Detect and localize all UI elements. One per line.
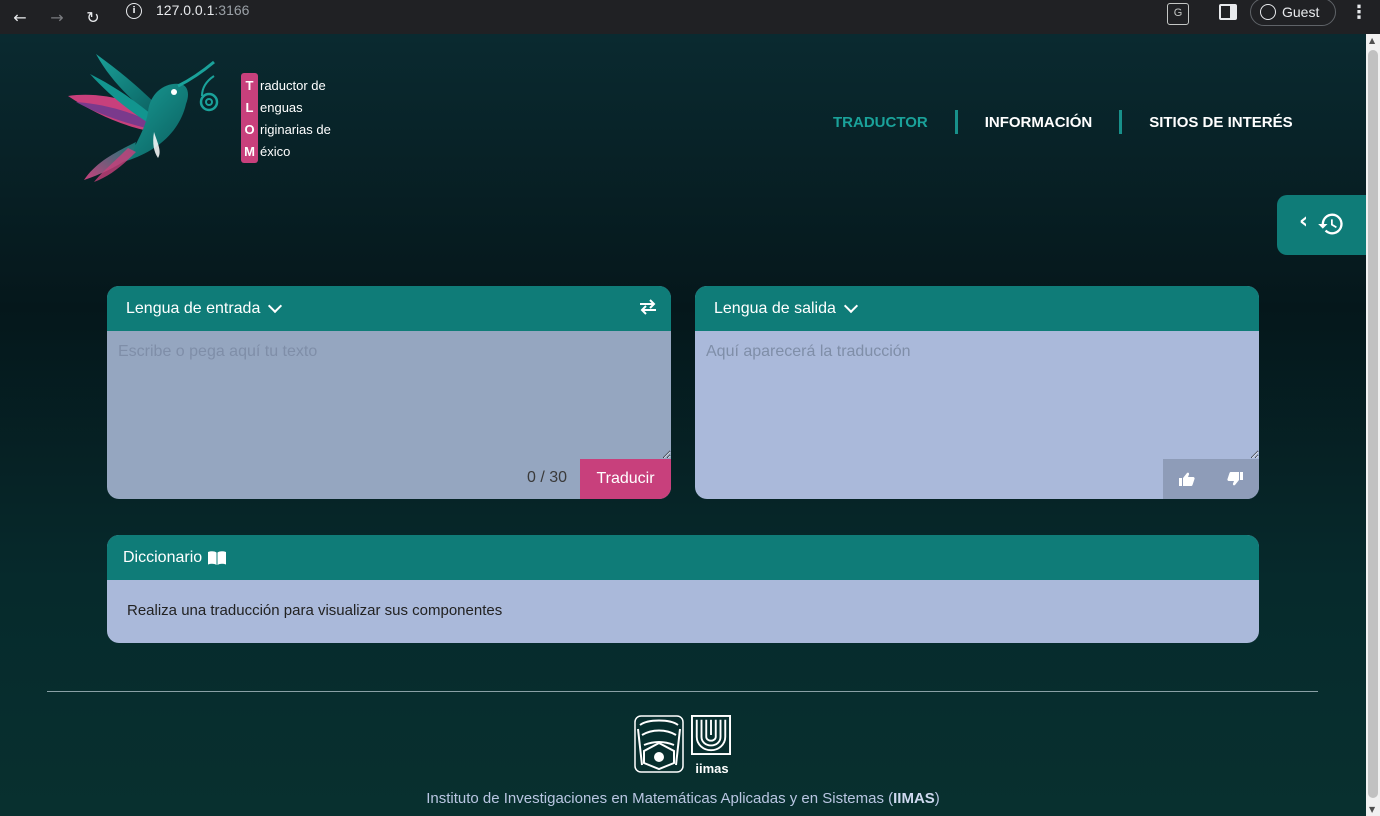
url-text[interactable]: 127.0.0.1:3166	[156, 2, 249, 18]
translate-button[interactable]: Traducir	[580, 459, 671, 499]
main-nav: TRADUCTOR INFORMACIÓN SITIOS DE INTERÉS	[833, 110, 1293, 134]
dictionary-message: Realiza una traducción para visualizar s…	[127, 602, 503, 619]
unam-crest-logo[interactable]	[634, 715, 684, 773]
input-panel: Lengua de entrada 0 / 30 Traducir	[107, 286, 671, 499]
history-toggle-button[interactable]: ‹	[1277, 195, 1366, 255]
nav-item-informacion[interactable]: INFORMACIÓN	[985, 114, 1093, 131]
output-panel: Lengua de salida	[695, 286, 1259, 499]
scrollbar-thumb[interactable]	[1368, 50, 1378, 798]
brand-line: Originarias de	[244, 121, 331, 137]
more-menu-icon[interactable]: ⋮	[1350, 2, 1368, 23]
output-language-label: Lengua de salida	[714, 299, 836, 317]
profile-button[interactable]: Guest	[1250, 0, 1336, 26]
institute-name: Instituto de Investigaciones en Matemáti…	[426, 790, 940, 807]
thumbs-up-button[interactable]	[1163, 459, 1211, 499]
site-info-icon[interactable]: i	[126, 3, 142, 19]
translate-icon[interactable]: G	[1167, 3, 1189, 25]
char-counter: 0 / 30	[527, 469, 568, 486]
thumbs-up-icon	[1179, 472, 1195, 486]
scroll-up-icon[interactable]: ▲	[1369, 36, 1375, 45]
nav-item-sitios[interactable]: SITIOS DE INTERÉS	[1149, 114, 1292, 131]
page-scrollbar[interactable]: ▲ ▼	[1366, 34, 1380, 816]
footer-divider	[47, 691, 1318, 692]
swap-languages-icon[interactable]	[639, 299, 657, 315]
thumbs-down-button[interactable]	[1211, 459, 1259, 499]
avatar-icon	[1260, 4, 1276, 20]
reload-icon[interactable]: ↻	[81, 5, 105, 29]
feedback-bar	[1163, 459, 1259, 499]
iimas-logo-text: iimas	[695, 761, 729, 776]
nav-divider	[1119, 110, 1123, 134]
translation-output[interactable]	[695, 331, 1259, 459]
book-icon	[208, 550, 227, 565]
back-icon[interactable]: ←	[8, 5, 32, 29]
page: Traductor de Lenguas Originarias de Méxi…	[0, 34, 1366, 816]
history-icon	[1318, 213, 1343, 235]
brand-line: México	[244, 143, 291, 159]
iimas-emblem	[691, 715, 731, 755]
brand-line: Lenguas	[245, 99, 303, 115]
side-panel-icon[interactable]	[1219, 4, 1237, 20]
scroll-down-icon[interactable]: ▼	[1369, 805, 1375, 814]
source-text-input[interactable]	[107, 331, 671, 459]
profile-label: Guest	[1282, 4, 1320, 20]
hummingbird-logo[interactable]	[66, 52, 226, 184]
dictionary-panel: Diccionario Realiza una traducción para …	[107, 535, 1259, 643]
forward-icon[interactable]: →	[45, 5, 69, 29]
dictionary-header: Diccionario	[107, 535, 1259, 580]
chevron-left-icon: ‹	[1299, 209, 1309, 234]
browser-toolbar: ← → ↻ i 127.0.0.1:3166 G Guest ⋮	[0, 0, 1380, 34]
input-language-label: Lengua de entrada	[126, 299, 261, 317]
input-language-selector[interactable]: Lengua de entrada	[107, 286, 671, 331]
nav-divider	[954, 110, 958, 134]
thumbs-down-icon	[1227, 472, 1243, 486]
iimas-logo[interactable]: iimas	[691, 715, 733, 776]
dictionary-title: Diccionario	[123, 548, 203, 566]
output-language-selector[interactable]: Lengua de salida	[695, 286, 1259, 331]
address-bar[interactable]: i 127.0.0.1:3166	[118, 0, 1248, 22]
nav-item-traductor[interactable]: TRADUCTOR	[833, 114, 928, 131]
chevron-down-icon	[268, 298, 283, 314]
chevron-down-icon	[843, 298, 858, 314]
brand-line: Traductor de	[245, 77, 326, 93]
